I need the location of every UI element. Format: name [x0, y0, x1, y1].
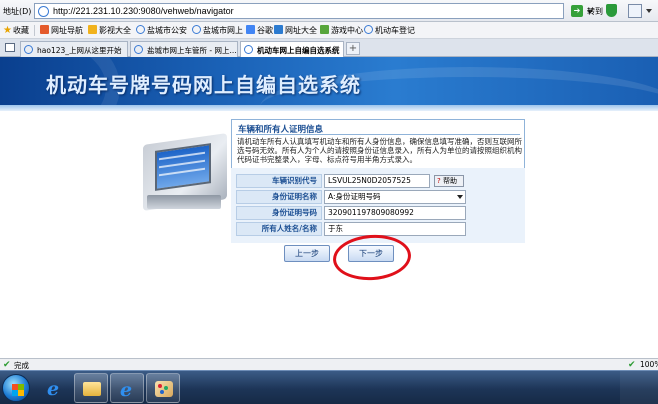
favorite-item[interactable]: 机动车登记 [364, 25, 415, 36]
favorite-item[interactable]: 网址导航 [40, 25, 83, 36]
zoom-level[interactable]: 100% [640, 360, 658, 369]
previous-step-button[interactable]: 上一步 [284, 245, 330, 262]
chevron-down-icon[interactable] [646, 9, 652, 13]
ie-page-icon [24, 45, 33, 54]
form-row-id-number: 身份证明号码 320901197809080992 [236, 206, 472, 220]
close-icon[interactable]: ✕ [333, 44, 340, 53]
id-number-input[interactable]: 320901197809080992 [324, 206, 466, 220]
taskbar: e e [0, 370, 658, 404]
favorite-item[interactable]: 游戏中心 [320, 25, 363, 36]
ie-page-icon [134, 45, 143, 54]
url-text: http://221.231.10.230:9080/vehweb/naviga… [53, 6, 234, 16]
start-button[interactable] [2, 374, 30, 402]
video-site-icon [88, 25, 97, 34]
url-input[interactable]: http://221.231.10.230:9080/vehweb/naviga… [34, 3, 593, 19]
paint-dot [158, 384, 162, 388]
status-bar: ✔ 完成 ✔ 100% [0, 358, 658, 370]
ie-page-icon [192, 25, 201, 34]
divider [34, 25, 35, 36]
internet-explorer-icon: e [47, 378, 60, 400]
taskbar-ie-window[interactable]: e [110, 373, 144, 403]
owner-name-input[interactable]: 于东 [324, 222, 466, 236]
favorite-item[interactable]: 网址大全 [274, 25, 317, 36]
ie-page-icon [244, 45, 253, 54]
ie-page-icon [136, 25, 145, 34]
web-directory-icon [274, 25, 283, 34]
google-icon [246, 25, 255, 34]
taskbar-paint[interactable] [146, 373, 180, 403]
id-type-select[interactable]: A:身份证明号码 [324, 190, 466, 204]
id-type-label: 身份证明名称 [236, 190, 322, 204]
page-icon [38, 6, 49, 17]
form-row-owner: 所有人姓名/名称 于东 [236, 222, 472, 236]
tab-yancheng-vehicle[interactable]: 盐城市网上车管所 - 网上... [130, 41, 238, 57]
vin-input[interactable]: LSVUL25N0D2057525 [324, 174, 430, 188]
system-tray[interactable] [620, 371, 658, 404]
go-arrow-icon[interactable]: ➔ [571, 5, 583, 17]
tab-bar: hao123_上网从这里开始 盐城市网上车管所 - 网上... 机动车网上自编自… [0, 39, 658, 57]
star-icon: ★ [3, 25, 12, 36]
kiosk-base [147, 195, 221, 209]
nav-site-icon [40, 25, 49, 34]
check-icon: ✔ [3, 360, 11, 370]
taskbar-explorer[interactable] [74, 373, 108, 403]
new-tab-button[interactable]: + [346, 42, 360, 55]
page-content: 车辆和所有人证明信息 请机动车所有人认真填写机动车和所有人身份信息，确保信息填写… [0, 111, 658, 358]
paint-dot [164, 386, 168, 390]
shield-icon[interactable] [606, 4, 617, 17]
tab-list-icon[interactable] [5, 43, 15, 52]
favorites-button[interactable]: ★收藏 [3, 25, 29, 36]
site-banner: 机动车号牌号码网上自编自选系统 [0, 57, 658, 111]
help-button[interactable]: ? 帮助 [434, 175, 464, 187]
favorite-item[interactable]: 盐城市网上 [192, 25, 243, 36]
ie-page-icon [364, 25, 373, 34]
paint-dot [160, 390, 164, 394]
site-title: 机动车号牌号码网上自编自选系统 [46, 73, 361, 97]
internet-explorer-icon: e [120, 379, 133, 401]
id-number-label: 身份证明号码 [236, 206, 322, 220]
favorite-item[interactable]: 盐城市公安 [136, 25, 187, 36]
address-label: 地址(D) [3, 7, 32, 16]
divider [236, 134, 520, 135]
tab-hao123[interactable]: hao123_上网从这里开始 [20, 41, 128, 57]
form-row-id-type: 身份证明名称 A:身份证明号码 [236, 190, 472, 204]
toolbar-page-icon[interactable] [628, 4, 642, 18]
vin-label: 车辆识别代号 [236, 174, 322, 188]
address-bar: 地址(D) http://221.231.10.230:9080/vehweb/… [0, 0, 658, 22]
go-button[interactable]: 转到 [587, 6, 603, 17]
tab-self-select-system[interactable]: 机动车网上自编自选系统 ✕ [240, 41, 344, 57]
folder-icon [83, 382, 101, 396]
kiosk-illustration [137, 131, 229, 211]
taskbar-ie-pinned[interactable]: e [38, 373, 72, 403]
zoom-icon[interactable]: ✔ [628, 360, 636, 370]
favorite-item[interactable]: 影视大全 [88, 25, 131, 36]
game-icon [320, 25, 329, 34]
favorite-item[interactable]: 谷歌 [246, 25, 273, 36]
windows-logo-icon [12, 390, 24, 396]
instructions-text: 请机动车所有人认真填写机动车和所有人身份信息，确保信息填写准确，否则互联网所选号… [237, 137, 522, 164]
owner-name-label: 所有人姓名/名称 [236, 222, 322, 236]
form-row-vin: 车辆识别代号 LSVUL25N0D2057525 ? 帮助 [236, 174, 472, 188]
chevron-down-icon [457, 195, 463, 199]
favorites-bar: ★收藏 网址导航 影视大全 盐城市公安 盐城市网上 谷歌 网址大全 游戏中心 机… [0, 22, 658, 39]
